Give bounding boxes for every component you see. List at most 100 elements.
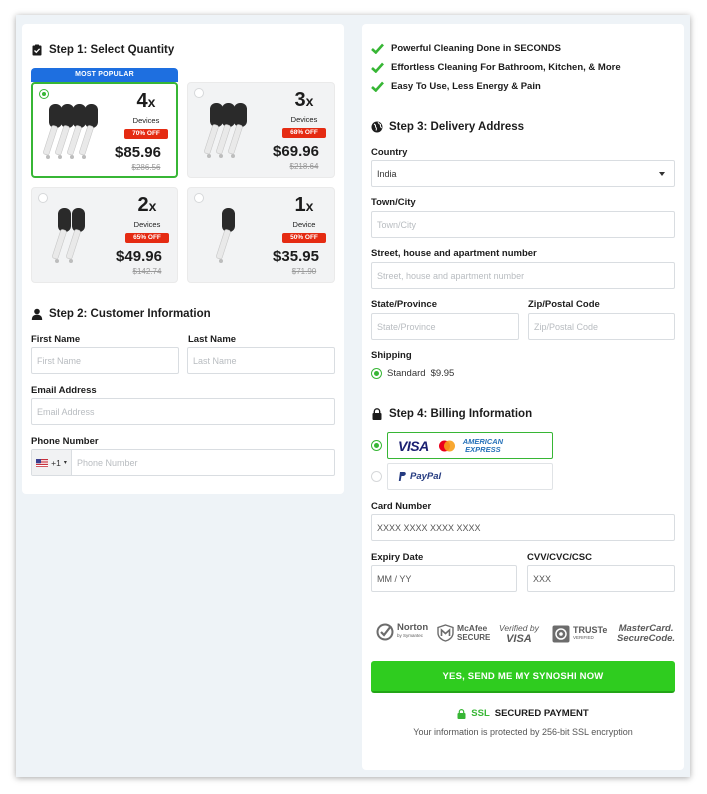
package-radio[interactable]: [194, 193, 204, 203]
mcafee-badge: McAfee SECURE: [437, 624, 490, 642]
package-unit: Devices: [132, 116, 160, 125]
step2-title: Step 2: Customer Information: [49, 308, 211, 320]
package-radio[interactable]: [39, 89, 49, 99]
card-payment-option[interactable]: VISA AMERICAN EXPRESS: [387, 432, 553, 459]
paypal-icon: [398, 472, 406, 481]
mastercard-securecode-badge: MasterCard. SecureCode.: [617, 623, 676, 644]
checkmark-icon: [371, 43, 384, 54]
ssl-label: SECURED PAYMENT: [494, 708, 589, 719]
card-number-input[interactable]: XXXX XXXX XXXX XXXX: [371, 514, 675, 541]
country-select[interactable]: India: [371, 160, 675, 187]
benefit-item: Effortless Cleaning For Bathroom, Kitche…: [371, 62, 621, 73]
shipping-radio[interactable]: [371, 368, 382, 379]
benefit-item: Easy To Use, Less Energy & Pain: [371, 81, 541, 92]
ssl-lock-icon: [457, 708, 466, 719]
package-old-price: $142.74: [132, 267, 162, 276]
discount-badge: 65% OFF: [125, 233, 169, 243]
town-input[interactable]: Town/City: [371, 211, 675, 238]
street-input[interactable]: Street, house and apartment number: [371, 262, 675, 289]
clipboard-check-icon: [32, 44, 42, 56]
globe-icon: [371, 121, 383, 133]
cvv-label: CVV/CVC/CSC: [527, 552, 592, 563]
paypal-logo: PayPal: [410, 471, 442, 482]
town-label: Town/City: [371, 197, 416, 208]
step3-heading: Step 3: Delivery Address: [371, 121, 524, 133]
shipping-option-label: Standard: [387, 368, 426, 379]
mastercard-logo-icon: [438, 440, 455, 451]
paypal-payment-option[interactable]: PayPal: [387, 463, 553, 490]
ssl-note: Your information is protected by 256-bit…: [413, 727, 633, 737]
step1-title: Step 1: Select Quantity: [49, 44, 175, 56]
amex-logo: AMERICAN EXPRESS: [462, 436, 504, 454]
ssl-prefix: SSL: [471, 708, 490, 719]
last-name-label: Last Name: [188, 334, 237, 345]
card-payment-radio[interactable]: [371, 440, 382, 451]
step3-title: Step 3: Delivery Address: [389, 121, 525, 133]
verified-by-visa-badge: Verified by VISA: [499, 623, 539, 645]
country-code: +1: [51, 457, 61, 468]
phone-input[interactable]: Phone Number: [72, 458, 138, 468]
package-qty: 1x: [294, 194, 314, 216]
step4-title: Step 4: Billing Information: [389, 408, 533, 420]
shipping-label: Shipping: [371, 350, 412, 361]
package-unit: Devices: [290, 115, 318, 124]
package-qty: 2x: [137, 194, 157, 216]
street-label: Street, house and apartment number: [371, 248, 537, 259]
left-panel: Step 1: Select Quantity MOST POPULAR 4x …: [22, 24, 344, 494]
package-radio[interactable]: [38, 193, 48, 203]
package-price: $49.96: [116, 248, 162, 265]
truste-badge: TRUSTe VERIFIED: [552, 625, 607, 643]
package-price: $35.95: [273, 248, 319, 265]
paypal-payment-radio[interactable]: [371, 471, 382, 482]
package-4x[interactable]: 4x Devices 70% OFF $85.96 $286.56: [31, 82, 178, 178]
expiry-label: Expiry Date: [371, 552, 424, 563]
shipping-option-price: $9.95: [430, 368, 455, 379]
cvv-input[interactable]: XXX: [527, 565, 675, 592]
norton-badge: Norton by Symantec: [376, 623, 428, 641]
lock-icon: [372, 408, 382, 420]
first-name-input[interactable]: First Name: [31, 347, 179, 374]
checkmark-icon: [371, 81, 384, 92]
discount-badge: 50% OFF: [282, 233, 326, 243]
package-qty: 4x: [136, 90, 156, 112]
right-panel: Powerful Cleaning Done in SECONDS Effort…: [362, 24, 684, 770]
expiry-input[interactable]: MM / YY: [371, 565, 517, 592]
norton-check-icon: [376, 623, 394, 641]
submit-order-button[interactable]: YES, SEND ME MY SYNOSHI NOW: [371, 661, 675, 693]
package-radio[interactable]: [194, 88, 204, 98]
benefit-item: Powerful Cleaning Done in SECONDS: [371, 43, 561, 54]
package-unit: Devices: [133, 220, 161, 229]
visa-logo: VISA: [398, 437, 429, 454]
discount-badge: 68% OFF: [282, 128, 326, 138]
email-label: Email Address: [31, 385, 97, 396]
phone-label: Phone Number: [31, 436, 99, 447]
step4-heading: Step 4: Billing Information: [371, 408, 532, 420]
zip-label: Zip/Postal Code: [528, 299, 600, 310]
package-old-price: $71.90: [291, 267, 317, 276]
package-qty: 3x: [294, 89, 314, 111]
shipping-option-standard[interactable]: Standard $9.95: [371, 368, 454, 379]
checkmark-icon: [371, 62, 384, 73]
checkout-frame: Step 1: Select Quantity MOST POPULAR 4x …: [16, 15, 690, 777]
mcafee-shield-icon: [437, 624, 454, 642]
user-icon: [31, 308, 43, 320]
last-name-input[interactable]: Last Name: [187, 347, 335, 374]
us-flag-icon: [36, 458, 49, 467]
card-number-label: Card Number: [371, 501, 432, 512]
phone-field: +1 ▾ Phone Number: [31, 449, 335, 476]
package-3x[interactable]: 3x Devices 68% OFF $69.96 $218.64: [187, 82, 335, 178]
email-input[interactable]: Email Address: [31, 398, 335, 425]
country-code-select[interactable]: +1 ▾: [32, 450, 72, 475]
chevron-down-icon: ▾: [63, 460, 67, 466]
package-2x[interactable]: 2x Devices 65% OFF $49.96 $142.74: [31, 187, 178, 283]
step1-heading: Step 1: Select Quantity: [31, 44, 174, 56]
ssl-secured-line: SSL SECURED PAYMENT: [362, 708, 684, 719]
state-input[interactable]: State/Province: [371, 313, 519, 340]
package-old-price: $218.64: [289, 162, 319, 171]
caret-down-icon: [659, 172, 665, 176]
country-label: Country: [371, 147, 408, 158]
state-label: State/Province: [371, 299, 437, 310]
package-price: $85.96: [115, 144, 161, 161]
package-1x[interactable]: 1x Device 50% OFF $35.95 $71.90: [187, 187, 335, 283]
zip-input[interactable]: Zip/Postal Code: [528, 313, 675, 340]
